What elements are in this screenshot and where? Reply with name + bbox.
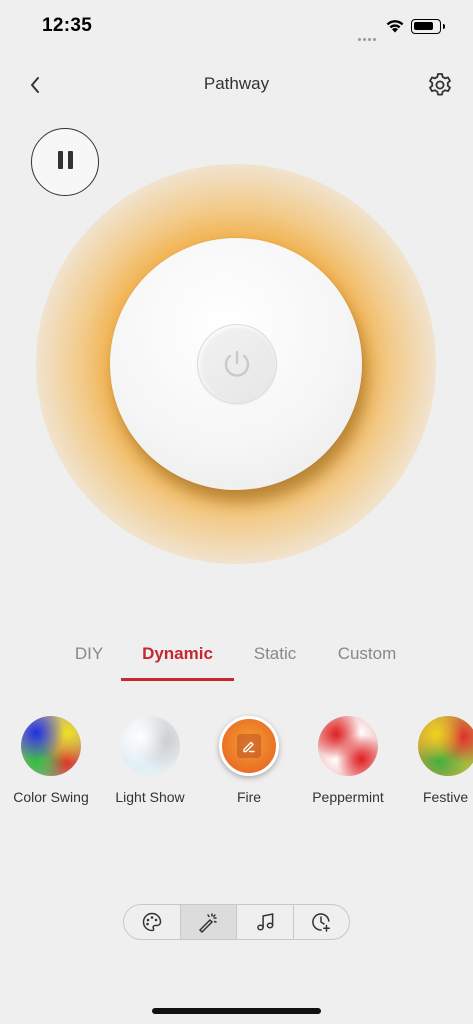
effect-label: Fire bbox=[236, 789, 262, 805]
tab-custom[interactable]: Custom bbox=[322, 644, 412, 664]
tab-indicator bbox=[121, 678, 234, 681]
tab-diy[interactable]: DIY bbox=[60, 644, 118, 664]
fire-swatch bbox=[219, 716, 279, 776]
status-time: 12:35 bbox=[42, 15, 93, 36]
effect-label: Light Show bbox=[115, 789, 185, 805]
tab-dynamic[interactable]: Dynamic bbox=[121, 644, 234, 664]
power-button[interactable] bbox=[197, 324, 277, 404]
dynamic-mode-button[interactable] bbox=[180, 905, 237, 939]
cellular-signal-icon bbox=[358, 28, 380, 41]
tab-static[interactable]: Static bbox=[240, 644, 310, 664]
music-mode-button[interactable] bbox=[237, 905, 294, 939]
effect-peppermint[interactable]: Peppermint bbox=[298, 716, 398, 806]
magic-wand-icon bbox=[199, 913, 217, 933]
battery-icon bbox=[411, 19, 445, 34]
effect-label: Festive bbox=[423, 789, 469, 805]
effect-festive[interactable]: Festive bbox=[397, 716, 473, 806]
light-control-knob[interactable] bbox=[110, 238, 362, 490]
effects-list: Color Swing Light Show Fire Peppermint F… bbox=[0, 716, 473, 836]
music-note-icon bbox=[256, 913, 274, 931]
light-show-swatch bbox=[120, 716, 180, 776]
effect-label: Peppermint bbox=[312, 789, 384, 805]
pause-button[interactable] bbox=[31, 128, 99, 196]
color-swing-swatch bbox=[21, 716, 81, 776]
effect-color-swing[interactable]: Color Swing bbox=[1, 716, 101, 806]
palette-icon bbox=[142, 912, 162, 932]
effect-fire[interactable]: Fire bbox=[199, 716, 299, 806]
effect-label: Color Swing bbox=[13, 789, 89, 805]
status-bar: 12:35 bbox=[0, 0, 473, 54]
clock-add-icon bbox=[312, 913, 331, 932]
mode-tabs: DIY Dynamic Static Custom bbox=[0, 640, 473, 684]
festive-swatch bbox=[418, 716, 473, 776]
power-icon bbox=[224, 350, 250, 377]
timer-mode-button[interactable] bbox=[294, 905, 350, 939]
wifi-icon bbox=[385, 18, 405, 38]
gear-icon bbox=[429, 73, 451, 96]
home-indicator bbox=[152, 1008, 321, 1014]
peppermint-swatch bbox=[318, 716, 378, 776]
pencil-icon bbox=[243, 741, 255, 753]
palette-mode-button[interactable] bbox=[124, 905, 181, 939]
edit-button[interactable] bbox=[237, 734, 261, 758]
settings-button[interactable] bbox=[424, 69, 456, 101]
nav-bar: Pathway bbox=[0, 60, 473, 110]
pause-icon bbox=[55, 150, 75, 174]
mode-segmented-control bbox=[123, 904, 350, 940]
page-title: Pathway bbox=[203, 74, 270, 93]
effect-light-show[interactable]: Light Show bbox=[100, 716, 200, 806]
